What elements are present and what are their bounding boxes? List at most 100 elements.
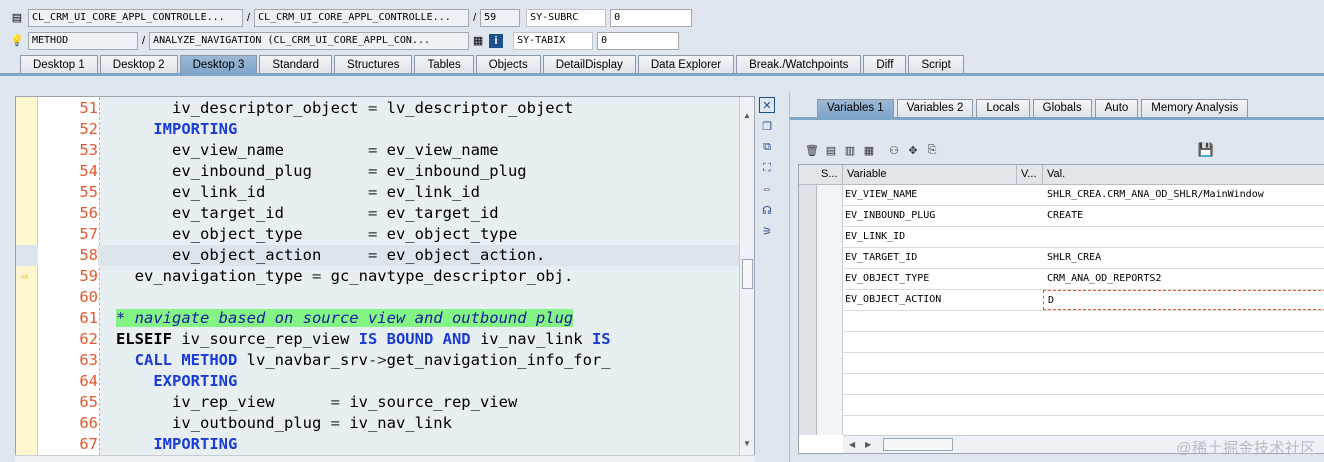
insert-row-icon[interactable]: ▤ (823, 142, 839, 158)
move-icon[interactable]: ✥ (905, 142, 921, 158)
code-line[interactable]: 56 ev_target_id = ev_target_id (16, 203, 740, 224)
code-line[interactable]: 52 IMPORTING (16, 119, 740, 140)
source-code-pane[interactable]: 51 iv_descriptor_object = lv_descriptor_… (15, 96, 755, 462)
code-line[interactable]: 53 ev_view_name = ev_view_name (16, 140, 740, 161)
clipboard-icon[interactable]: ⎘ (924, 142, 940, 158)
table-row[interactable]: EV_OBJECT_TYPE CRM_ANA_OD_REPORTS2 (843, 269, 1324, 290)
code-horizontal-scrollbar[interactable] (15, 455, 755, 462)
scroll-up-icon[interactable]: ▲ (743, 111, 751, 120)
tab-tables[interactable]: Tables (414, 55, 474, 74)
sy-subrc-value[interactable]: 0 (610, 8, 693, 27)
tab-structures[interactable]: Structures (334, 55, 413, 74)
tab-globals[interactable]: Globals (1032, 99, 1092, 117)
code-line-current[interactable]: ⇨ 59 ev_navigation_type = gc_navtype_desc… (16, 266, 740, 287)
code-line[interactable]: 63 CALL METHOD lv_navbar_srv->get_naviga… (16, 350, 740, 371)
tab-desktop-3[interactable]: Desktop 3 (179, 55, 258, 74)
info-icon[interactable]: i (489, 33, 504, 48)
code-line[interactable]: 55 ev_link_id = ev_link_id (16, 182, 740, 203)
table-row[interactable]: EV_TARGET_ID SHLR_CREA (843, 248, 1324, 269)
col-header-value[interactable]: Val. (1043, 165, 1324, 184)
display-icon[interactable]: ▦ (471, 34, 485, 48)
variable-name[interactable]: EV_OBJECT_ACTION (845, 290, 1017, 310)
code-line[interactable]: 51 iv_descriptor_object = lv_descriptor_… (16, 98, 740, 119)
layout-icon[interactable]: ⧉ (759, 139, 775, 155)
code-line[interactable]: 67 IMPORTING (16, 434, 740, 455)
code-line[interactable]: 54 ev_inbound_plug = ev_inbound_plug (16, 161, 740, 182)
code-line[interactable]: 66 iv_outbound_plug = iv_nav_link (16, 413, 740, 434)
variable-name[interactable]: EV_INBOUND_PLUG (845, 206, 1017, 226)
code-line-comment[interactable]: 61 * navigate based on source view and ou… (16, 308, 740, 329)
scroll-thumb[interactable] (883, 438, 953, 451)
hierarchy-icon[interactable]: ⚇ (886, 142, 902, 158)
col-header-variable[interactable]: Variable (843, 165, 1017, 184)
tab-standard[interactable]: Standard (259, 55, 333, 74)
code-vertical-scrollbar[interactable]: ▲ ▼ (739, 97, 754, 461)
table-row[interactable]: EV_INBOUND_PLUG CREATE (843, 206, 1324, 227)
headset-icon[interactable]: ☊ (759, 202, 775, 218)
separator: / (473, 11, 477, 24)
close-icon[interactable]: ✕ (759, 97, 775, 113)
include-field[interactable]: CL_CRM_UI_CORE_APPL_CONTROLLE... (254, 8, 470, 27)
table-row-editing[interactable]: EV_OBJECT_ACTION D (843, 290, 1324, 311)
col-header-s[interactable]: S... (817, 165, 843, 184)
tab-desktop-2[interactable]: Desktop 2 (99, 55, 178, 74)
method-icon: 💡 (10, 35, 24, 47)
delete-icon[interactable]: 🗑 (804, 142, 820, 158)
tab-diff[interactable]: Diff (863, 55, 907, 74)
code-line[interactable]: 57 ev_object_type = ev_object_type (16, 224, 740, 245)
table-row-empty[interactable] (843, 416, 1324, 437)
table-row-empty[interactable] (843, 353, 1324, 374)
variable-name[interactable]: EV_OBJECT_TYPE (845, 269, 1017, 289)
table-row-empty[interactable] (843, 395, 1324, 416)
tab-desktop-1[interactable]: Desktop 1 (20, 55, 98, 74)
code-text: ev_link_id = ev_link_id (116, 183, 480, 201)
tree-icon[interactable]: ⚞ (759, 223, 775, 239)
program-field[interactable]: CL_CRM_UI_CORE_APPL_CONTROLLE... (28, 8, 243, 27)
tab-objects[interactable]: Objects (475, 55, 541, 74)
tab-locals[interactable]: Locals (976, 99, 1030, 117)
tab-memory-analysis[interactable]: Memory Analysis (1141, 99, 1249, 117)
scroll-right-icon[interactable]: ▶ (865, 436, 871, 453)
method-field[interactable]: ANALYZE_NAVIGATION (CL_CRM_UI_CORE_APPL_… (149, 31, 470, 50)
variable-value[interactable]: SHLR_CREA.CRM_ANA_OD_SHLR/MainWindow (1043, 185, 1324, 205)
table-row-empty[interactable] (843, 311, 1324, 332)
variable-name[interactable]: EV_VIEW_NAME (845, 185, 1017, 205)
code-line[interactable]: 60 (16, 287, 740, 308)
scroll-down-icon[interactable]: ▼ (743, 439, 751, 448)
variable-value-input[interactable]: D (1043, 290, 1324, 310)
kind-field[interactable]: METHOD (28, 31, 138, 50)
variable-value[interactable]: SHLR_CREA (1043, 248, 1324, 268)
save-icon[interactable]: 💾 (1198, 142, 1214, 158)
append-row-icon[interactable]: ▥ (842, 142, 858, 158)
table-row-empty[interactable] (843, 332, 1324, 353)
maximize-icon[interactable]: ⛶ (759, 160, 775, 176)
code-line-highlighted[interactable]: 58 ev_object_action = ev_object_action. (16, 245, 740, 266)
scroll-left-icon[interactable]: ◀ (849, 436, 855, 453)
tab-auto[interactable]: Auto (1094, 99, 1139, 117)
tab-breakpoints[interactable]: Break./Watchpoints (736, 55, 862, 74)
table-row-empty[interactable] (843, 374, 1324, 395)
variable-value[interactable]: CRM_ANA_OD_REPORTS2 (1043, 269, 1324, 289)
sy-tabix-value[interactable]: 0 (597, 31, 680, 50)
tab-variables-1[interactable]: Variables 1 (817, 99, 894, 117)
row-selector-column[interactable] (799, 185, 817, 435)
code-line[interactable]: 62 ELSEIF iv_source_rep_view IS BOUND AND… (16, 329, 740, 350)
code-line[interactable]: 65 iv_rep_view = iv_source_rep_view (16, 392, 740, 413)
table-row[interactable]: EV_VIEW_NAME SHLR_CREA.CRM_ANA_OD_SHLR/M… (843, 185, 1324, 206)
tab-variables-2[interactable]: Variables 2 (896, 99, 974, 117)
scroll-thumb[interactable] (742, 259, 753, 289)
new-window-icon[interactable]: ❐ (759, 118, 775, 134)
separator: / (142, 34, 146, 47)
code-line[interactable]: 64 EXPORTING (16, 371, 740, 392)
line-field[interactable]: 59 (480, 8, 521, 27)
variable-name[interactable]: EV_LINK_ID (845, 227, 1017, 247)
variable-name[interactable]: EV_TARGET_ID (845, 248, 1017, 268)
col-header-v[interactable]: V... (1017, 165, 1043, 184)
tab-detail-display[interactable]: DetailDisplay (542, 55, 636, 74)
table-row[interactable]: EV_LINK_ID (843, 227, 1324, 248)
tab-script[interactable]: Script (908, 55, 964, 74)
variable-value[interactable]: CREATE (1043, 206, 1324, 226)
delete-row-icon[interactable]: ▦ (861, 142, 877, 158)
swap-icon[interactable]: ⇔ (759, 181, 775, 197)
tab-data-explorer[interactable]: Data Explorer (637, 55, 735, 74)
